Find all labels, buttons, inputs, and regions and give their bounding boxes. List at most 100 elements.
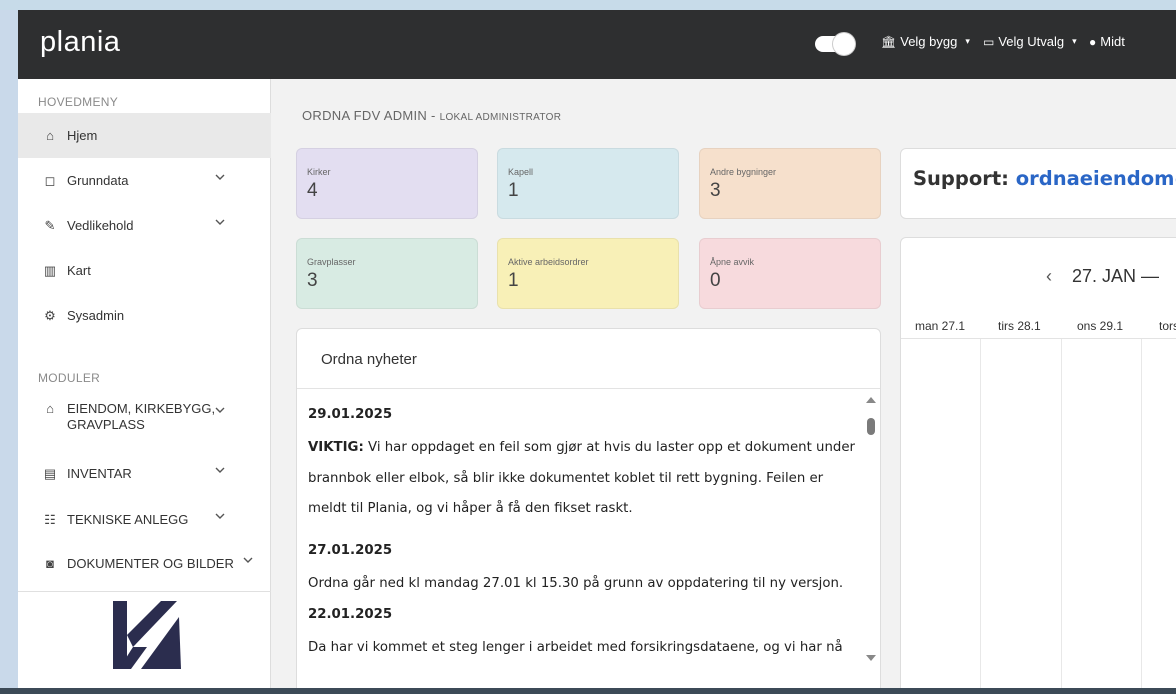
main-menu-heading: HOVEDMENY (38, 95, 119, 109)
select-selection-menu[interactable]: ▭ Velg Utvalg ▾ (983, 34, 1077, 49)
select-building-label: Velg bygg (900, 34, 958, 49)
news-item: 27.01.2025 Ordna går ned kl mandag 27.01… (308, 539, 862, 600)
plania-logo[interactable]: plania (40, 26, 120, 59)
theme-toggle[interactable] (815, 33, 855, 55)
gear-icon: ⚙ (44, 307, 56, 323)
sidebar-item-label: Grunndata (67, 173, 129, 188)
news-text: Da har vi kommet et steg lenger i arbeid… (308, 640, 843, 655)
top-header: plania 🏛 Velg bygg ▾ ▭ Velg Utvalg ▾ ● M… (18, 10, 1176, 79)
ordna-logo (113, 601, 181, 669)
stat-card-apne-avvik[interactable]: Åpne avvik 0 (699, 238, 881, 309)
calendar-day[interactable]: man 27.1 (915, 319, 965, 333)
title-separator: - (427, 108, 440, 123)
caret-down-icon: ▾ (1072, 36, 1077, 46)
news-text: VIKTIG: Vi har oppdaget en feil som gjør… (308, 433, 862, 525)
news-date: 27.01.2025 (308, 542, 393, 558)
hierarchy-icon: ☷ (44, 511, 56, 527)
page-title: ORDNA FDV ADMIN - LOKAL ADMINISTRATOR (302, 108, 561, 123)
calendar-range: 27. JAN — (1072, 266, 1160, 286)
stat-card-aktive-arbeidsordrer[interactable]: Aktive arbeidsordrer 1 (497, 238, 679, 309)
support-email-link[interactable]: ordnaeiendom@ (1016, 167, 1176, 190)
calendar-navigation: ‹ 27. JAN — (1046, 266, 1159, 287)
news-scrollbar[interactable] (862, 389, 880, 689)
user-menu-label: Midt (1100, 34, 1125, 49)
calendar-column-divider (980, 339, 981, 690)
calendar-day[interactable]: tirs 28.1 (998, 319, 1041, 333)
inventory-icon: ▤ (43, 465, 57, 481)
sidebar-item-label: INVENTAR (67, 465, 132, 481)
sidebar-item-label: Sysadmin (67, 308, 125, 323)
sidebar-item-label: Hjem (67, 128, 98, 143)
stat-card-andre-bygninger[interactable]: Andre bygninger 3 (699, 148, 881, 219)
stat-label: Aktive arbeidsordrer (508, 257, 589, 267)
stat-label: Kapell (508, 167, 534, 177)
news-item: 22.01.2025 Da har vi kommet et steg leng… (308, 603, 862, 664)
document-icon: ◻ (44, 172, 56, 188)
news-list[interactable]: 29.01.2025 VIKTIG: Vi har oppdaget en fe… (297, 389, 862, 689)
calendar-column-divider (1141, 339, 1142, 690)
support-panel: Support: ordnaeiendom@ (900, 148, 1176, 219)
sidebar-item-dokumenter[interactable]: ◙ DOKUMENTER OG BILDER (18, 541, 271, 586)
home-icon: ⌂ (46, 128, 54, 143)
map-icon: ▥ (43, 262, 57, 278)
app-window: plania 🏛 Velg bygg ▾ ▭ Velg Utvalg ▾ ● M… (18, 10, 1176, 690)
building-icon: ⌂ (46, 401, 54, 416)
stat-value: 3 (710, 180, 721, 201)
sidebar-item-label: TEKNISKE ANLEGG (67, 511, 189, 527)
scroll-down-arrow-icon[interactable] (866, 655, 876, 661)
toggle-knob (833, 33, 855, 55)
scroll-thumb[interactable] (867, 418, 875, 435)
scroll-up-arrow-icon[interactable] (866, 397, 876, 403)
stat-card-kapell[interactable]: Kapell 1 (497, 148, 679, 219)
calendar-day[interactable]: ons 29.1 (1077, 319, 1123, 333)
sidebar-item-vedlikehold[interactable]: ✎ Vedlikehold (18, 203, 271, 248)
sidebar-item-hjem[interactable]: ⌂ Hjem (18, 113, 271, 158)
bank-icon: 🏛 (881, 34, 897, 49)
stat-value: 1 (508, 270, 519, 291)
user-role: LOKAL ADMINISTRATOR (439, 112, 562, 123)
sidebar-item-label: Vedlikehold (67, 218, 134, 233)
news-body-text: Vi har oppdaget en feil som gjør at hvis… (308, 440, 855, 516)
caret-down-icon: ▾ (965, 36, 970, 46)
chevron-down-icon (215, 174, 225, 180)
sidebar-divider (18, 591, 271, 592)
sidebar-item-inventar[interactable]: ▤ INVENTAR (18, 451, 271, 496)
stat-value: 4 (307, 180, 318, 201)
wrench-icon: ✎ (44, 217, 56, 233)
select-building-menu[interactable]: 🏛 Velg bygg ▾ (881, 34, 970, 49)
chevron-left-icon[interactable]: ‹ (1046, 266, 1052, 287)
support-text: Support: ordnaeiendom@ (913, 167, 1176, 190)
sidebar-item-eiendom[interactable]: ⌂ EIENDOM, KIRKEBYGG, GRAVPLASS (18, 391, 271, 451)
org-name: ORDNA FDV ADMIN (302, 108, 428, 123)
news-item: 29.01.2025 VIKTIG: Vi har oppdaget en fe… (308, 403, 862, 525)
calendar-day-header: man 27.1 tirs 28.1 ons 29.1 tors (901, 311, 1176, 339)
bottom-strip (0, 688, 1176, 694)
chevron-down-icon (215, 219, 225, 225)
stat-label: Gravplasser (307, 257, 356, 267)
stat-card-gravplasser[interactable]: Gravplasser 3 (296, 238, 478, 309)
taskbar-strip (0, 0, 1176, 10)
news-text: Ordna går ned kl mandag 27.01 kl 15.30 p… (308, 575, 844, 591)
select-selection-label: Velg Utvalg (998, 34, 1065, 49)
sidebar-item-label: Kart (67, 263, 91, 278)
sidebar-item-kart[interactable]: ▥ Kart (18, 248, 271, 293)
calendar-day[interactable]: tors (1159, 319, 1176, 333)
stat-value: 0 (710, 270, 721, 291)
stat-value: 1 (508, 180, 519, 201)
chevron-down-icon (215, 513, 225, 519)
stat-label: Andre bygninger (710, 167, 777, 177)
news-date: 22.01.2025 (308, 607, 393, 622)
calendar-panel: ‹ 27. JAN — man 27.1 tirs 28.1 ons 29.1 … (900, 237, 1176, 690)
monitor-icon: ▭ (983, 34, 995, 49)
sidebar-item-grunndata[interactable]: ◻ Grunndata (18, 158, 271, 203)
camera-icon: ◙ (46, 556, 54, 571)
stat-card-kirker[interactable]: Kirker 4 (296, 148, 478, 219)
news-panel: Ordna nyheter 29.01.2025 VIKTIG: Vi har … (296, 328, 881, 690)
chevron-down-icon (215, 407, 225, 413)
stat-label: Åpne avvik (710, 257, 755, 267)
sidebar-item-sysadmin[interactable]: ⚙ Sysadmin (18, 293, 271, 338)
sidebar-item-label: EIENDOM, KIRKEBYGG, GRAVPLASS (67, 401, 216, 432)
sidebar-item-tekniske-anlegg[interactable]: ☷ TEKNISKE ANLEGG (18, 497, 271, 542)
support-label: Support: (913, 167, 1009, 190)
user-menu[interactable]: ● Midt (1089, 34, 1125, 49)
